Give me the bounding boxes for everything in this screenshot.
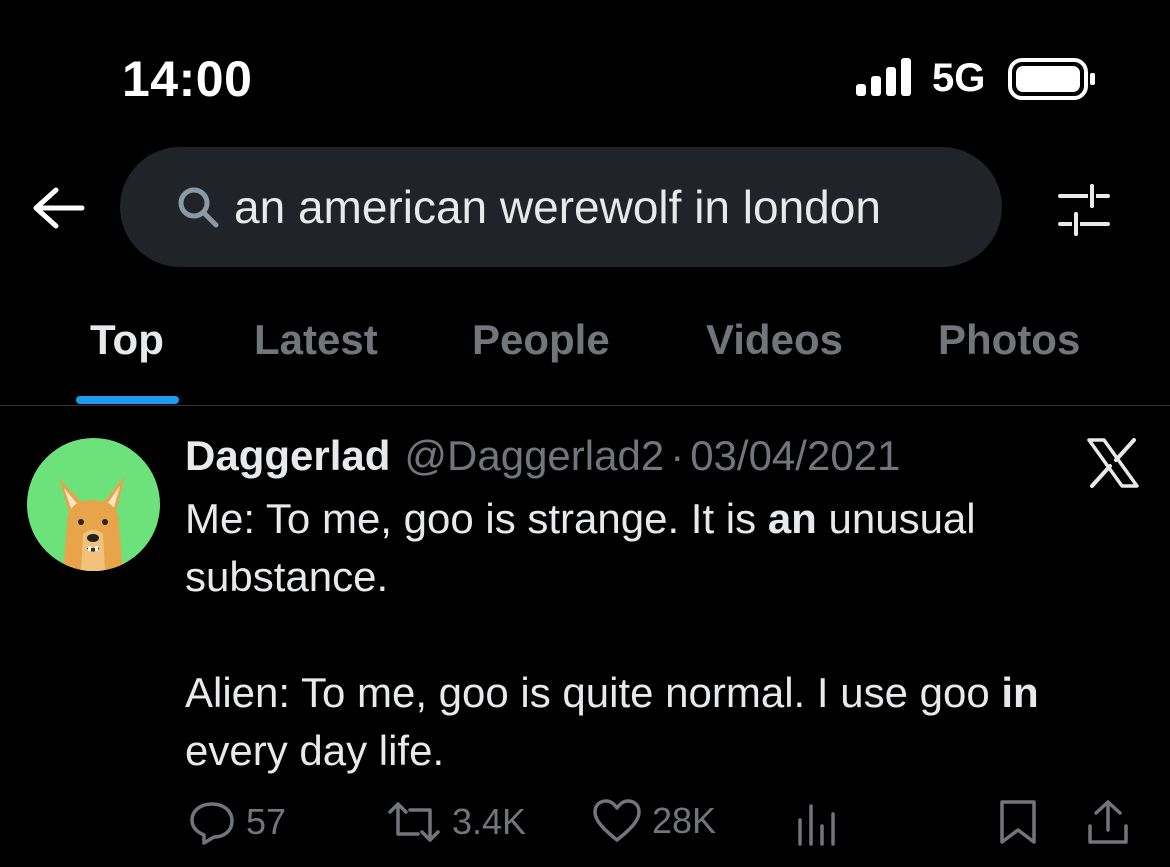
battery-icon: [1008, 58, 1095, 100]
repost-count: 3.4K: [452, 801, 527, 842]
tab-photos[interactable]: Photos: [938, 316, 1080, 364]
filter-sliders-icon[interactable]: [1052, 180, 1116, 240]
network-type: 5G: [932, 56, 986, 100]
display-name[interactable]: Daggerlad: [185, 432, 390, 480]
like-button[interactable]: 28K: [592, 798, 716, 844]
repost-button[interactable]: 3.4K: [386, 798, 526, 846]
status-bar: 14:00 5G: [0, 0, 1170, 140]
tweet-paragraph-1: Me: To me, goo is strange. It is an unus…: [185, 495, 976, 600]
tweet-paragraph-2: Alien: To me, goo is quite normal. I use…: [185, 669, 1039, 774]
cellular-signal-icon: [856, 58, 911, 96]
views-icon: [798, 804, 835, 846]
views-button[interactable]: [796, 798, 838, 846]
reply-button[interactable]: 57: [188, 798, 286, 846]
bookmark-icon: [1000, 800, 1036, 844]
dog-avatar-icon: [27, 438, 160, 571]
tab-videos[interactable]: Videos: [706, 316, 843, 364]
x-logo-icon: [1087, 438, 1139, 488]
tabs-divider: [0, 405, 1170, 406]
back-button[interactable]: [28, 180, 88, 236]
tweet-actions: 57 3.4K 28K: [0, 798, 1170, 858]
arrow-left-icon: [33, 187, 85, 229]
tab-people[interactable]: People: [472, 316, 610, 364]
search-tabs: Top Latest People Videos Photos: [0, 300, 1170, 406]
tweet-text: Me: To me, goo is strange. It is an unus…: [185, 490, 1145, 780]
search-input[interactable]: an american werewolf in london: [120, 147, 1002, 267]
status-time: 14:00: [122, 51, 253, 107]
highlighted-term: an: [767, 495, 817, 542]
highlighted-term: in: [1001, 669, 1039, 716]
user-handle[interactable]: @Daggerlad2: [404, 432, 664, 480]
share-icon: [1088, 800, 1128, 844]
repost-icon: [388, 802, 440, 842]
active-tab-indicator: [76, 396, 179, 404]
search-query: an american werewolf in london: [234, 181, 881, 233]
tweet-date[interactable]: 03/04/2021: [690, 432, 900, 480]
separator-dot: ·: [670, 432, 685, 479]
search-icon: [178, 187, 219, 228]
like-count: 28K: [652, 800, 717, 841]
reply-icon: [190, 802, 234, 845]
reply-count: 57: [246, 801, 287, 842]
share-button[interactable]: [1086, 798, 1130, 846]
like-icon: [593, 799, 641, 842]
tab-top[interactable]: Top: [90, 316, 164, 364]
tweet-header: Daggerlad @Daggerlad2 · 03/04/2021: [185, 432, 900, 488]
bookmark-button[interactable]: [998, 798, 1038, 846]
tab-latest[interactable]: Latest: [254, 316, 378, 364]
avatar[interactable]: [27, 438, 160, 571]
